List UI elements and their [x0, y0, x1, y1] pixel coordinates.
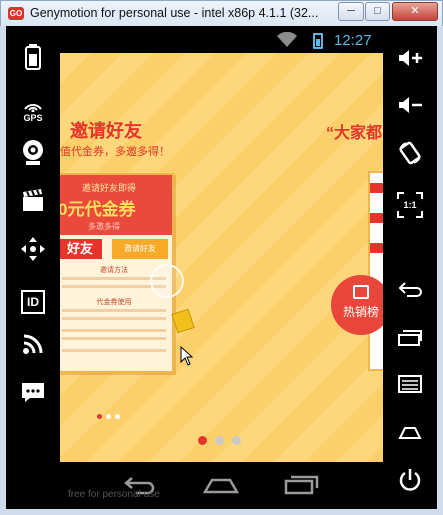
- nav-home-icon[interactable]: [201, 472, 241, 498]
- card-text-line: [62, 317, 166, 320]
- home-icon[interactable]: [393, 419, 427, 453]
- status-time: 12:27: [334, 32, 372, 49]
- gps-button[interactable]: GPS: [16, 94, 50, 128]
- gps-label: GPS: [23, 113, 43, 123]
- card-pager-dot: [106, 414, 111, 419]
- page-indicator-dot[interactable]: [198, 436, 207, 445]
- card-text-line: [62, 349, 166, 352]
- genymotion-logo-icon: GO: [8, 7, 24, 20]
- android-nav-bar: [60, 462, 383, 509]
- card-strip: [370, 243, 383, 253]
- gps-icon: [24, 104, 42, 112]
- status-battery-icon: [313, 33, 323, 49]
- phone-preview-card-next: [368, 171, 383, 371]
- voucher-amount: 0元代金券: [60, 200, 136, 219]
- window-title: Genymotion for personal use - intel x86p…: [30, 6, 319, 20]
- pixel-perfect-icon[interactable]: 1:1: [393, 188, 427, 222]
- clapperboard-icon[interactable]: [16, 188, 50, 222]
- watermark-text: free for personal use: [68, 489, 160, 500]
- id-icon: ID: [21, 290, 45, 314]
- slide-title-next: “大家都: [326, 125, 383, 142]
- volume-down-icon[interactable]: [393, 92, 427, 126]
- back-icon[interactable]: [393, 276, 427, 310]
- dpad-icon[interactable]: [16, 236, 50, 270]
- page-indicator-dot[interactable]: [232, 436, 241, 445]
- card-invite-button: 好友: [60, 239, 102, 259]
- battery-icon[interactable]: [16, 44, 50, 78]
- menu-icon[interactable]: [393, 371, 427, 405]
- invite-subtitle: 值代金券，多邀多得！: [60, 146, 170, 158]
- nav-recent-apps-icon[interactable]: [282, 472, 322, 498]
- volume-up-icon[interactable]: [393, 45, 427, 79]
- window-titlebar: GO Genymotion for personal use - intel x…: [0, 0, 443, 26]
- touch-indicator: [150, 264, 184, 298]
- card-pager-dot: [97, 414, 102, 419]
- pixel-perfect-label: 1:1: [403, 200, 417, 210]
- android-status-bar: 12:27: [60, 29, 383, 53]
- card-strip: [370, 183, 383, 193]
- page-indicator: [198, 432, 249, 450]
- recent-apps-icon[interactable]: [393, 324, 427, 358]
- mouse-cursor-icon: [180, 346, 194, 366]
- power-icon[interactable]: [393, 468, 427, 502]
- hot-sales-label: 热销榜: [342, 305, 379, 319]
- card-text-line: [62, 309, 166, 312]
- right-toolbar: 1:1: [384, 26, 437, 509]
- rss-icon[interactable]: [16, 332, 50, 366]
- card-pager-dots: [97, 406, 124, 424]
- message-icon[interactable]: [16, 380, 50, 414]
- close-button[interactable]: ✕: [392, 2, 438, 21]
- camera-icon[interactable]: [16, 139, 50, 173]
- ticket-icon: [171, 308, 195, 334]
- card-header-title: 邀请好友即得: [82, 183, 137, 193]
- card-text-line: [62, 329, 166, 332]
- card-header: 邀请好友即得 0元代金券 多邀多得: [60, 175, 172, 235]
- card-strip: [370, 213, 383, 223]
- cart-icon: [353, 285, 369, 299]
- page-indicator-dot[interactable]: [215, 436, 224, 445]
- id-button[interactable]: ID: [16, 285, 50, 319]
- wifi-icon: [277, 32, 297, 47]
- card-invite-friends-button: 邀请好友: [112, 239, 168, 259]
- left-toolbar: GPS ID: [6, 26, 59, 509]
- card-section-voucher-usage: 代金券使用: [96, 299, 132, 306]
- maximize-button[interactable]: □: [365, 2, 390, 21]
- hot-sales-badge: 热销榜: [331, 275, 383, 335]
- minimize-button[interactable]: ─: [338, 2, 364, 21]
- invite-title: 邀请好友: [70, 121, 142, 141]
- app-screen[interactable]: 邀请好友 值代金券，多邀多得！ “大家都 邀请好友即得 0元代金券 多邀多得 好…: [60, 53, 383, 462]
- card-text-line: [62, 337, 166, 340]
- card-pager-dot: [115, 414, 120, 419]
- card-more-text: 多邀多得: [88, 222, 120, 231]
- rotate-icon[interactable]: [393, 140, 427, 174]
